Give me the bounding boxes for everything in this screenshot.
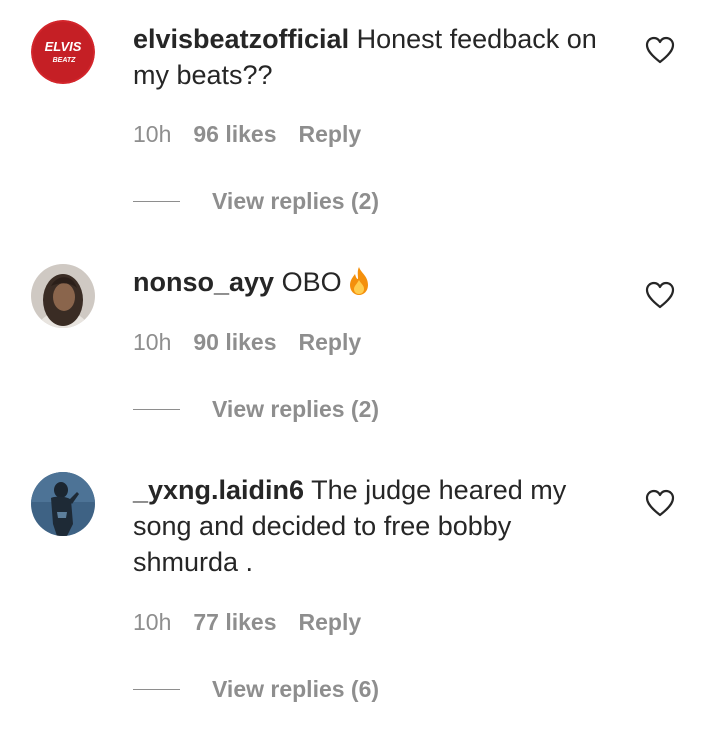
replies-divider-line xyxy=(133,409,180,410)
comment-time: 10h xyxy=(133,609,172,635)
comment-meta: 10h 96 likes Reply xyxy=(133,119,361,149)
comment-likes[interactable]: 90 likes xyxy=(193,329,276,355)
comment-username[interactable]: nonso_ayy xyxy=(133,267,274,297)
comment-likes[interactable]: 77 likes xyxy=(193,609,276,635)
replies-divider-line xyxy=(133,201,180,202)
comment-meta: 10h 77 likes Reply xyxy=(133,607,361,637)
heart-icon[interactable] xyxy=(645,281,675,309)
comment-username[interactable]: _yxng.laidin6 xyxy=(133,475,304,505)
comments-list: ELVIS BEATZ elvisbeatzofficial Honest fe… xyxy=(0,0,720,736)
view-replies-button[interactable]: View replies (2) xyxy=(212,394,379,424)
comment-body: OBO xyxy=(274,267,342,297)
comment-time: 10h xyxy=(133,121,172,147)
reply-button[interactable]: Reply xyxy=(299,609,362,635)
comment-meta: 10h 90 likes Reply xyxy=(133,327,361,357)
elvis-beatz-logo: ELVIS BEATZ xyxy=(31,20,95,84)
avatar[interactable] xyxy=(31,472,95,536)
reply-button[interactable]: Reply xyxy=(299,121,362,147)
comment-time: 10h xyxy=(133,329,172,355)
logo-text-line1: ELVIS xyxy=(45,39,82,54)
comment-text: elvisbeatzofficial Honest feedback on my… xyxy=(133,21,623,93)
profile-photo xyxy=(31,264,95,328)
heart-icon[interactable] xyxy=(645,489,675,517)
fire-emoji xyxy=(349,267,368,295)
reply-button[interactable]: Reply xyxy=(299,329,362,355)
comment-text: _yxng.laidin6 The judge heared my song a… xyxy=(133,472,623,580)
heart-icon[interactable] xyxy=(645,36,675,64)
comment-likes[interactable]: 96 likes xyxy=(193,121,276,147)
comment-text: nonso_ayy OBO xyxy=(133,264,623,300)
logo-text-line2: BEATZ xyxy=(53,57,77,64)
avatar[interactable]: ELVIS BEATZ xyxy=(31,20,95,84)
view-replies-button[interactable]: View replies (6) xyxy=(212,674,379,704)
comment-username[interactable]: elvisbeatzofficial xyxy=(133,24,349,54)
profile-photo xyxy=(31,472,95,536)
replies-divider-line xyxy=(133,689,180,690)
avatar[interactable] xyxy=(31,264,95,328)
view-replies-button[interactable]: View replies (2) xyxy=(212,186,379,216)
